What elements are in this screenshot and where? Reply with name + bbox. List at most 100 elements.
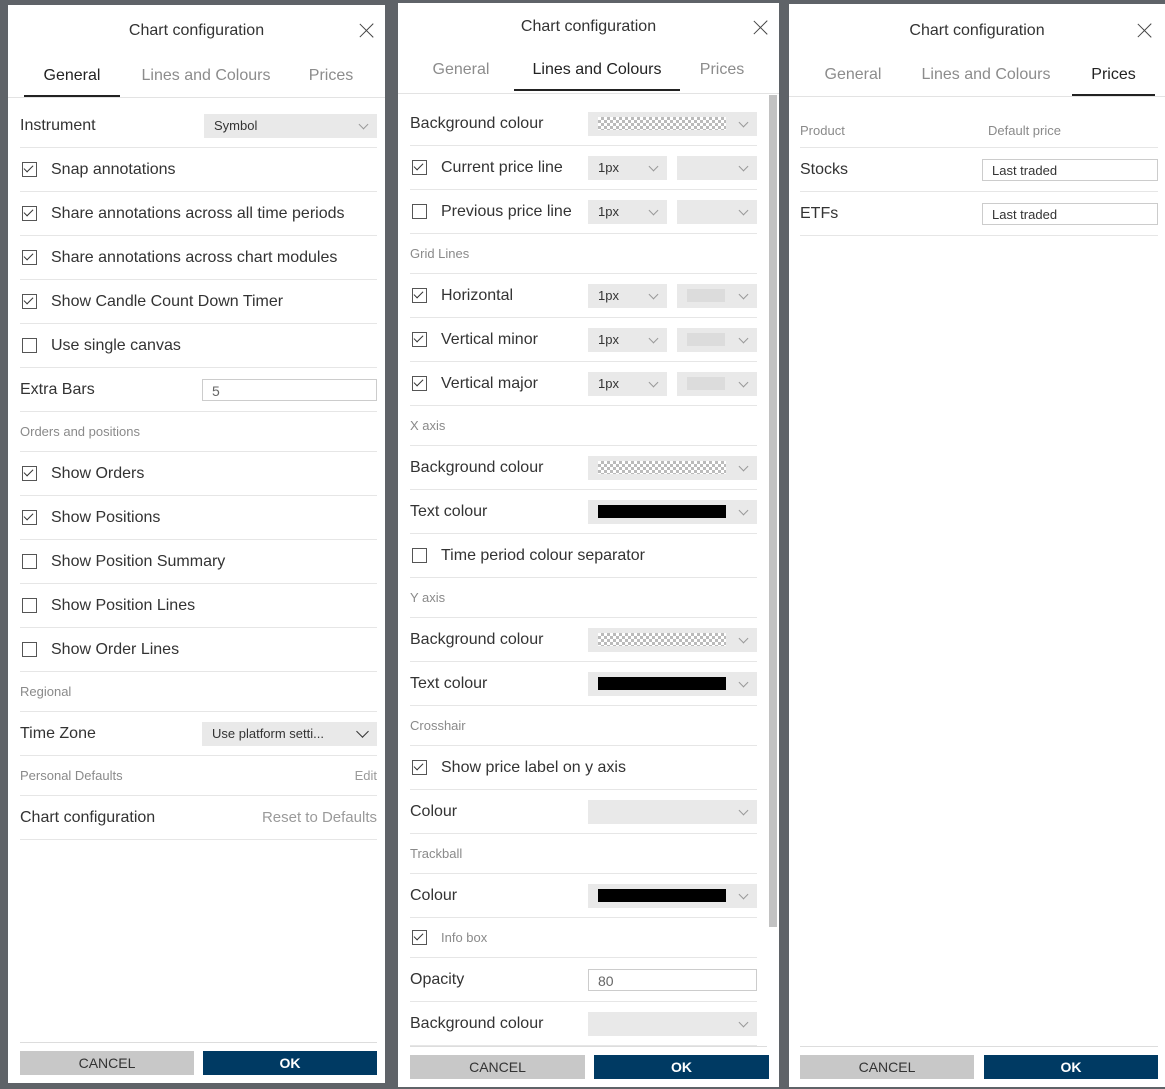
previous-price-width-select[interactable]: 1px [588,199,667,224]
column-header-default-price: Default price [988,122,1061,138]
chevron-down-icon [738,505,749,515]
current-price-colour-select[interactable] [677,155,757,180]
tab-general[interactable]: General [424,57,498,89]
x-background-colour-select[interactable] [588,455,757,480]
current-price-width-select[interactable]: 1px [588,155,667,180]
instrument-value: Symbol [214,117,258,133]
snap-annotations-checkbox[interactable] [22,162,37,177]
colour-label: Colour [410,886,458,904]
colour-swatch [598,632,726,646]
default-price-select[interactable]: Last traded [982,158,1158,181]
previous-price-colour-select[interactable] [677,199,757,224]
chevron-down-icon [738,117,749,127]
edit-link[interactable]: Edit [355,768,377,783]
dialog-footer: CANCEL OK [20,1042,377,1083]
time-zone-label: Time Zone [20,724,96,742]
background-colour-select[interactable] [588,111,757,136]
chevron-down-icon [738,377,749,387]
colour-swatch [598,460,726,474]
close-icon[interactable] [1135,20,1155,40]
show-order-lines-checkbox[interactable] [22,642,37,657]
cancel-button[interactable]: CANCEL [20,1051,194,1075]
regional-section-label: Regional [20,684,72,699]
tab-prices[interactable]: Prices [694,57,750,89]
ok-button[interactable]: OK [203,1051,377,1075]
x-text-colour-select[interactable] [588,499,757,524]
tab-lines-and-colours[interactable]: Lines and Colours [913,62,1059,94]
horizontal-checkbox[interactable] [412,288,427,303]
single-canvas-checkbox[interactable] [22,338,37,353]
snap-annotations-label: Snap annotations [51,160,176,178]
crosshair-colour-select[interactable] [588,799,757,824]
show-price-label-checkbox[interactable] [412,760,427,775]
scrollbar[interactable] [769,95,777,927]
regional-section-header: Regional [20,672,377,712]
vertical-major-checkbox[interactable] [412,376,427,391]
tab-prices[interactable]: Prices [1072,62,1155,96]
vertical-major-row: Vertical major 1px [410,362,757,406]
chevron-down-icon [356,724,369,738]
horizontal-row: Horizontal 1px [410,274,757,318]
current-price-line-checkbox[interactable] [412,160,427,175]
show-order-lines-label: Show Order Lines [51,640,180,658]
tab-lines-and-colours[interactable]: Lines and Colours [514,57,680,91]
show-position-summary-checkbox[interactable] [22,554,37,569]
opacity-label: Opacity [410,970,465,988]
chevron-down-icon [648,377,659,387]
show-positions-checkbox[interactable] [22,510,37,525]
extra-bars-label: Extra Bars [20,380,95,398]
opacity-row: Opacity 80 [410,958,757,1002]
candle-timer-checkbox[interactable] [22,294,37,309]
vertical-minor-colour-select[interactable] [677,327,757,352]
ok-button[interactable]: OK [594,1055,769,1079]
time-period-separator-checkbox[interactable] [412,548,427,563]
horizontal-width-select[interactable]: 1px [588,283,667,308]
default-price-select[interactable]: Last traded [982,202,1158,225]
instrument-select[interactable]: Symbol [204,113,377,138]
info-background-colour-select[interactable] [588,1011,757,1036]
close-icon[interactable] [751,17,771,37]
tab-lines-and-colours[interactable]: Lines and Colours [136,63,276,95]
vertical-major-colour-select[interactable] [677,371,757,396]
time-zone-select[interactable]: Use platform setti... [202,721,377,746]
chevron-down-icon [738,161,749,171]
vertical-minor-checkbox[interactable] [412,332,427,347]
share-chart-modules-checkbox[interactable] [22,250,37,265]
chevron-down-icon [738,461,749,471]
info-box-section: Info box [410,918,757,958]
crosshair-colour-row: Colour [410,790,757,834]
cancel-button[interactable]: CANCEL [410,1055,585,1079]
previous-price-line-checkbox[interactable] [412,204,427,219]
previous-price-line-row: Previous price line 1px [410,190,757,234]
reset-to-defaults-link[interactable]: Reset to Defaults [262,809,377,826]
y-background-colour-select[interactable] [588,627,757,652]
trackball-colour-select[interactable] [588,883,757,908]
time-zone-value: Use platform setti... [212,725,324,741]
x-axis-section: X axis [410,406,757,446]
y-text-colour-select[interactable] [588,671,757,696]
show-position-lines-checkbox[interactable] [22,598,37,613]
show-orders-checkbox[interactable] [22,466,37,481]
ok-button[interactable]: OK [984,1055,1158,1079]
tab-general[interactable]: General [24,63,120,97]
extra-bars-input[interactable]: 5 [202,378,377,401]
opacity-input[interactable]: 80 [588,968,757,991]
info-box-checkbox[interactable] [412,930,427,945]
x-background-colour-row: Background colour [410,446,757,490]
chart-config-dialog-lines: Chart configuration General Lines and Co… [398,3,779,1087]
vertical-minor-width-select[interactable]: 1px [588,327,667,352]
column-header-product: Product [800,122,845,138]
line-width-value: 1px [598,375,619,391]
share-time-periods-checkbox[interactable] [22,206,37,221]
tab-prices[interactable]: Prices [298,63,364,95]
horizontal-colour-select[interactable] [677,283,757,308]
vertical-minor-label: Vertical minor [441,330,538,348]
share-chart-modules-row: Share annotations across chart modules [20,236,377,280]
vertical-major-width-select[interactable]: 1px [588,371,667,396]
colour-swatch [598,888,726,902]
tab-general[interactable]: General [819,62,887,94]
cancel-button[interactable]: CANCEL [800,1055,974,1079]
close-icon[interactable] [357,20,377,40]
background-colour-label: Background colour [410,630,544,648]
previous-price-line-label: Previous price line [441,202,572,220]
